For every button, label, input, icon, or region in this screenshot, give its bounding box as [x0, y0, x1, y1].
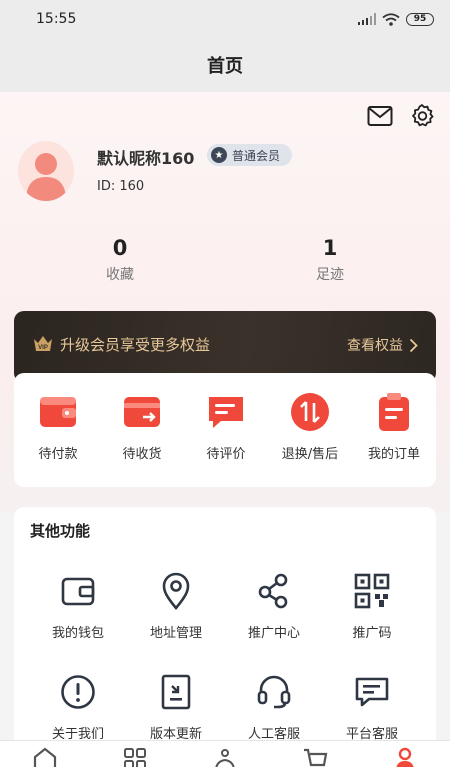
user-id: ID: 160: [97, 179, 145, 194]
func-label: 推广中心: [247, 626, 300, 641]
stat-value: 0: [112, 236, 128, 260]
header-actions: [366, 102, 436, 130]
func-platform-support[interactable]: 平台客服: [327, 673, 417, 742]
member-level-label: 普通会员: [232, 148, 281, 163]
comment-icon: [209, 397, 243, 428]
func-label: 地址管理: [149, 626, 202, 641]
update-doc-icon: [161, 674, 191, 710]
func-human-support[interactable]: 人工客服: [229, 673, 319, 742]
gear-icon: [412, 104, 434, 127]
func-address[interactable]: 地址管理: [131, 572, 221, 641]
chat-bubble-icon: [355, 677, 389, 707]
wallet-outline-icon: [61, 577, 95, 606]
exchange-icon: [291, 393, 329, 431]
tab-profile[interactable]: [390, 747, 420, 767]
stat-value: 1: [322, 236, 338, 260]
message-button[interactable]: [366, 102, 394, 130]
func-wallet[interactable]: 我的钱包: [33, 572, 123, 641]
tab-home[interactable]: [30, 747, 60, 767]
delivery-card-icon: [124, 397, 160, 427]
clipboard-icon: [379, 393, 409, 431]
bottom-tab-bar: [0, 740, 450, 767]
wifi-icon: [382, 12, 400, 26]
category-grid-icon: [124, 748, 146, 767]
order-label: 待付款: [38, 447, 78, 462]
svg-text:VIP: VIP: [38, 345, 48, 351]
mail-icon: [367, 106, 393, 126]
view-benefits-label: 查看权益: [347, 338, 403, 354]
vip-promo-text: 升级会员享受更多权益: [60, 335, 211, 354]
stat-footprints[interactable]: 1 足迹: [270, 236, 390, 284]
profile-icon: [396, 747, 414, 767]
func-promotion-center[interactable]: 推广中心: [229, 572, 319, 641]
orders-card: 待付款 待收货 待评价 退换/售后 我的订单: [14, 373, 436, 487]
stat-favorites[interactable]: 0 收藏: [60, 236, 180, 284]
signal-icon: [358, 13, 376, 25]
page-title: 首页: [207, 56, 243, 77]
member-level-badge[interactable]: ★ 普通会员: [207, 144, 293, 166]
avatar[interactable]: [18, 141, 74, 201]
vip-promo: VIP 升级会员享受更多权益: [32, 333, 210, 355]
nickname: 默认昵称160: [97, 149, 195, 168]
settings-button[interactable]: [408, 102, 436, 130]
my-orders[interactable]: 我的订单: [359, 391, 429, 462]
tab-cart[interactable]: [300, 747, 330, 767]
cart-icon: [304, 748, 328, 767]
vip-crown-icon: VIP: [34, 336, 52, 351]
star-badge-icon: ★: [211, 147, 227, 163]
qr-code-icon: [354, 573, 390, 609]
chevron-right-icon: [409, 338, 418, 352]
tab-community[interactable]: [210, 747, 240, 767]
func-label: 我的钱包: [51, 626, 104, 641]
other-functions-card: 其他功能 我的钱包 地址管理 推广中心 推广码 关于我们 版本更新 人工客服 平…: [14, 507, 436, 757]
share-nodes-icon: [258, 573, 288, 609]
order-label: 待评价: [206, 447, 246, 462]
view-benefits-link[interactable]: 查看权益: [347, 335, 418, 355]
order-after-sales[interactable]: 退换/售后: [275, 391, 345, 462]
user-silhouette-icon: [26, 153, 66, 201]
order-pending-review[interactable]: 待评价: [191, 391, 261, 462]
func-version-update[interactable]: 版本更新: [131, 673, 221, 742]
order-label: 待收货: [122, 447, 162, 462]
location-pin-icon: [162, 572, 190, 610]
func-label: 推广码: [352, 626, 392, 641]
status-icons: 95: [358, 12, 434, 26]
nav-bar: 首页: [0, 38, 450, 92]
wallet-icon: [40, 397, 76, 427]
home-icon: [33, 747, 57, 767]
order-pending-payment[interactable]: 待付款: [23, 391, 93, 462]
section-title: 其他功能: [30, 522, 91, 540]
stat-label: 足迹: [316, 267, 344, 283]
status-bar: 15:55 95: [0, 0, 450, 38]
battery-icon: 95: [406, 12, 434, 26]
func-promo-code[interactable]: 推广码: [327, 572, 417, 641]
status-time: 15:55: [36, 11, 77, 27]
order-label: 我的订单: [367, 447, 420, 462]
info-circle-icon: [61, 675, 95, 709]
order-label: 退换/售后: [281, 447, 339, 462]
tab-category[interactable]: [120, 747, 150, 767]
headset-icon: [257, 675, 291, 709]
order-pending-receipt[interactable]: 待收货: [107, 391, 177, 462]
func-about-us[interactable]: 关于我们: [33, 673, 123, 742]
community-icon: [215, 749, 235, 767]
stat-label: 收藏: [106, 267, 134, 283]
